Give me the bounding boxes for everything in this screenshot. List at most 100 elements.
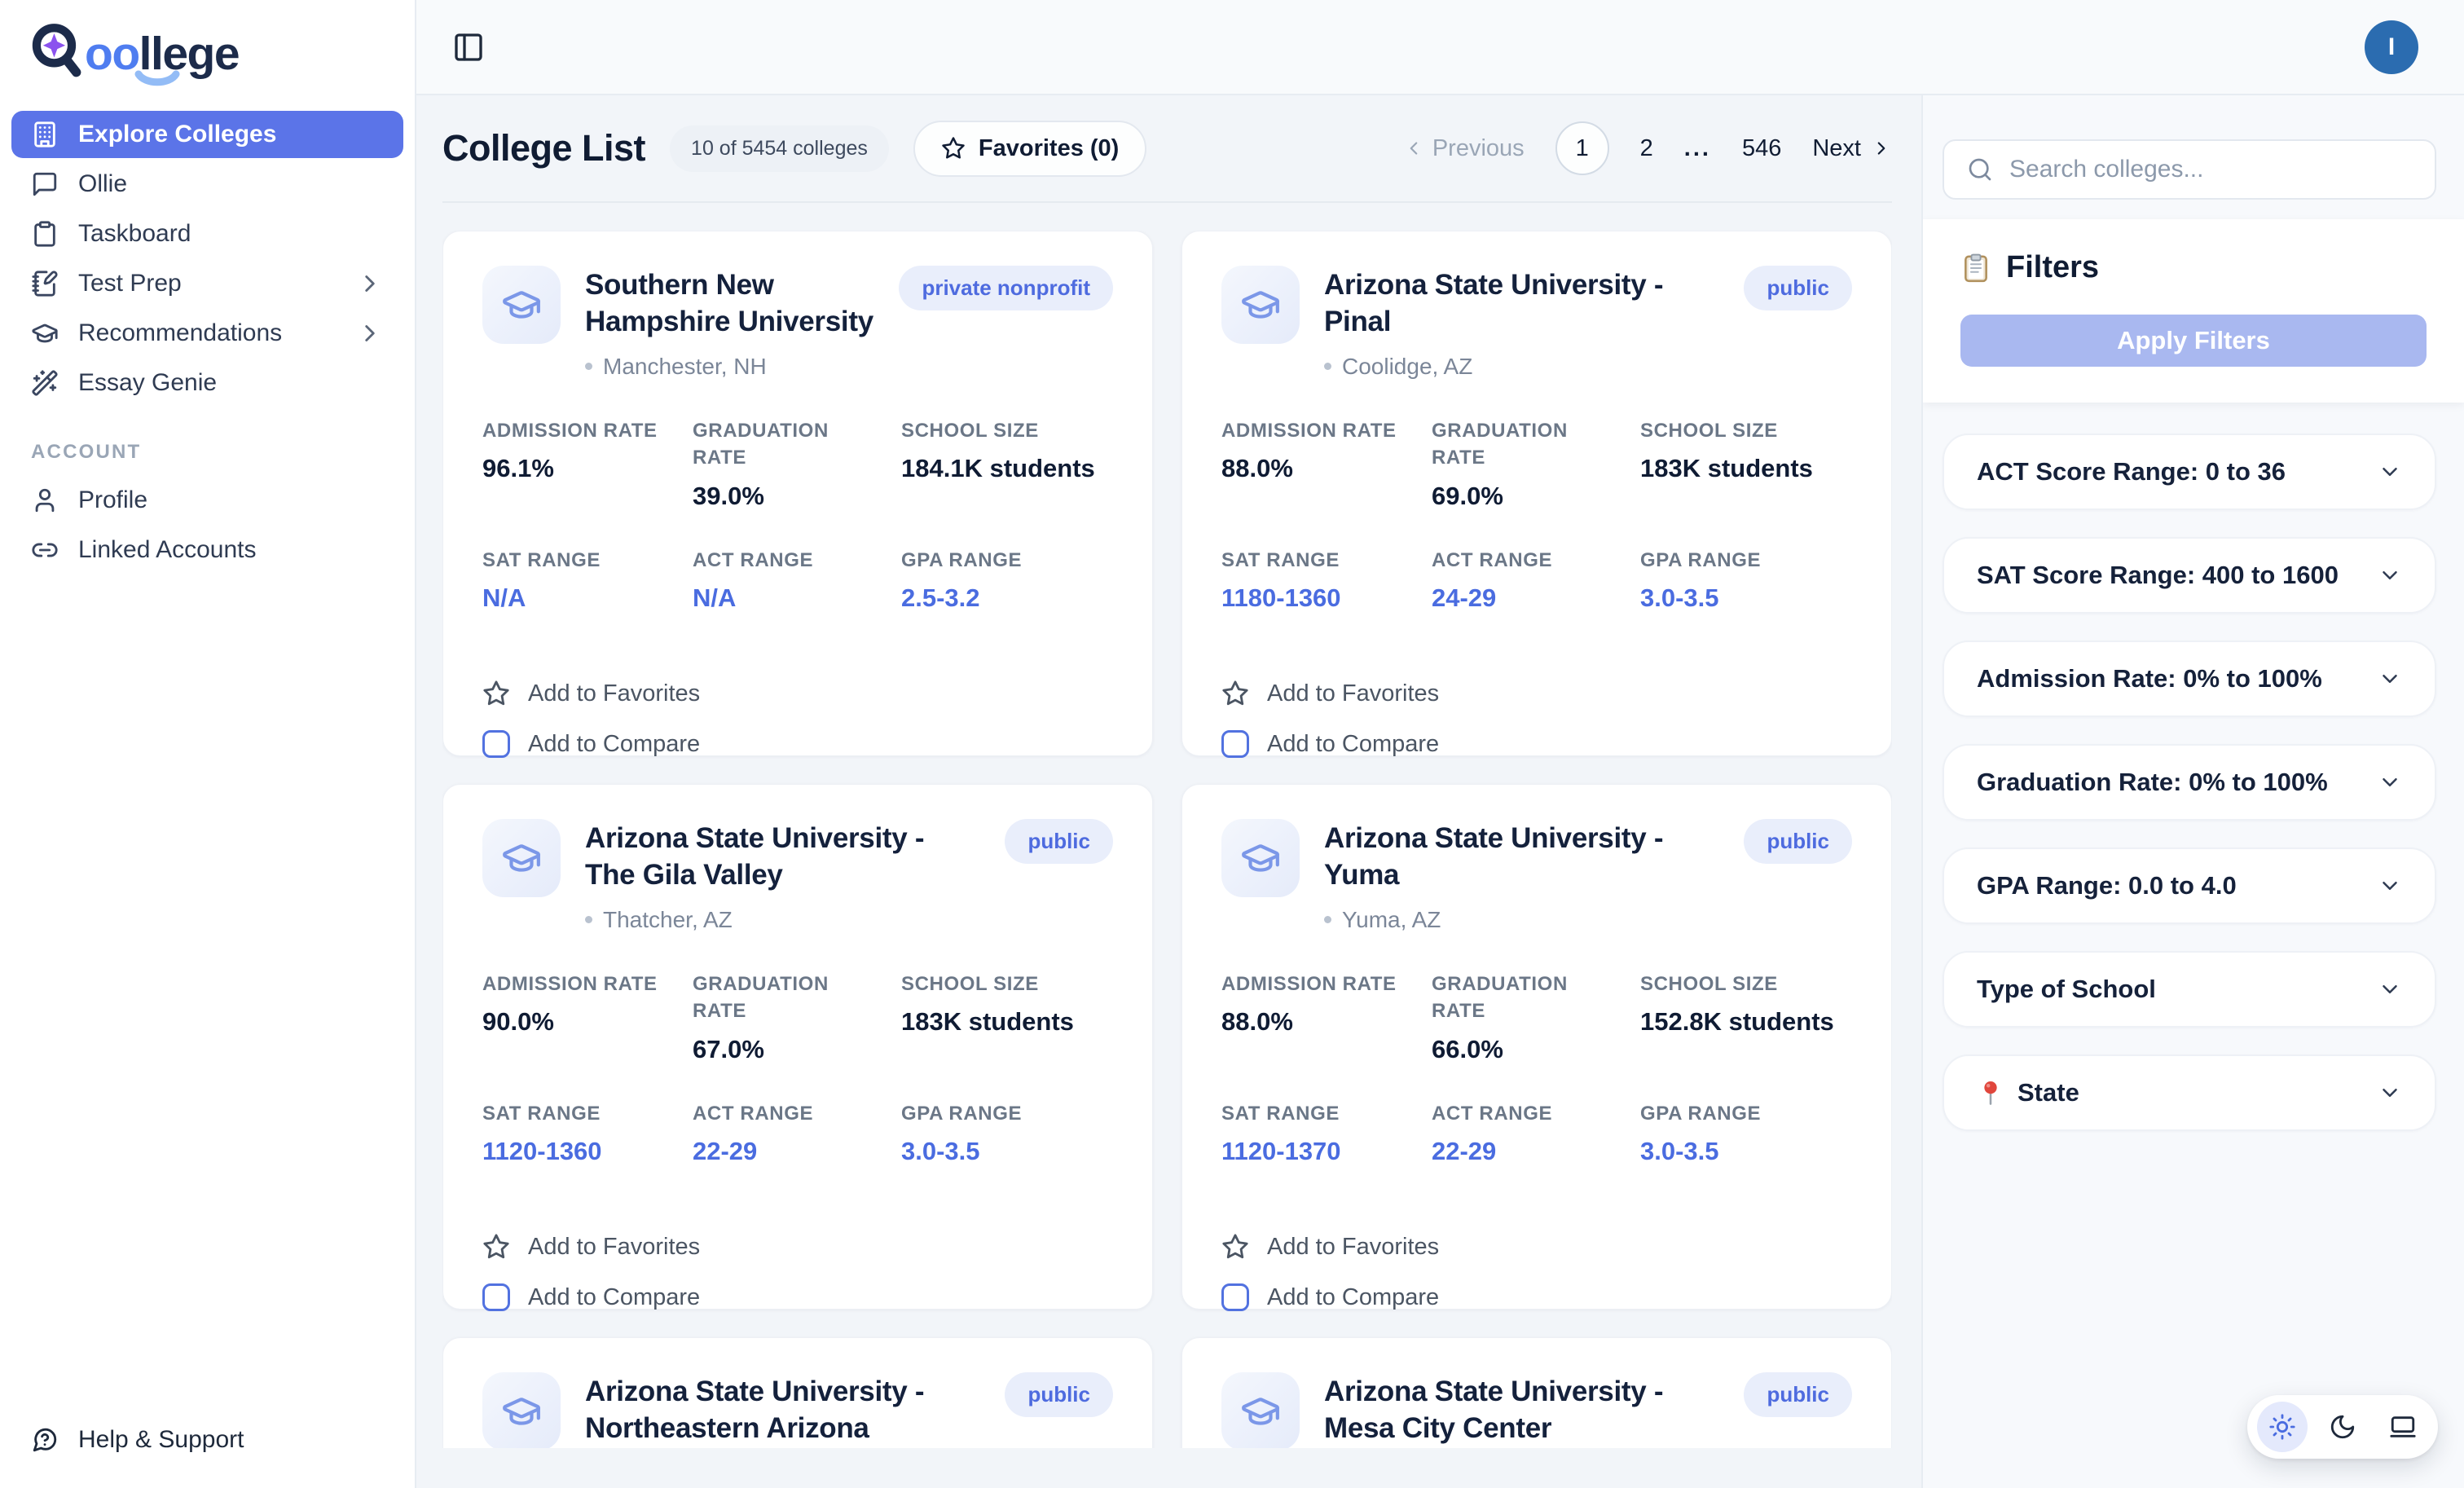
apply-filters-button[interactable]: Apply Filters bbox=[1960, 315, 2427, 367]
sidebar-item-ollie[interactable]: Ollie bbox=[11, 161, 403, 208]
sidebar-item-linked-accounts[interactable]: Linked Accounts bbox=[11, 526, 403, 574]
location-bullet bbox=[1324, 916, 1331, 923]
pagination-ellipsis: ... bbox=[1684, 135, 1711, 162]
college-heading: Arizona State University - Mesa City Cen… bbox=[1324, 1372, 1719, 1447]
college-card: Arizona State University - The Gila Vall… bbox=[442, 784, 1153, 1310]
search-input[interactable] bbox=[2009, 156, 2412, 183]
system-mode-button[interactable] bbox=[2378, 1402, 2428, 1452]
pagination: Previous 1 2 ... 546 Next bbox=[1403, 121, 1892, 175]
college-card: Arizona State University - Northeastern … bbox=[442, 1337, 1153, 1448]
app-shell: oollege Explore Colleges Ollie Taskboard… bbox=[0, 0, 2464, 1488]
sidebar-item-label: Taskboard bbox=[78, 220, 191, 248]
compare-checkbox[interactable] bbox=[1221, 1283, 1249, 1311]
compare-checkbox[interactable] bbox=[482, 1283, 510, 1311]
filter-admission-rate[interactable]: Admission Rate: 0% to 100% bbox=[1943, 641, 2436, 717]
user-avatar[interactable]: I bbox=[2365, 20, 2418, 74]
sidebar-toggle-button[interactable] bbox=[452, 31, 485, 64]
filter-act-score-range[interactable]: ACT Score Range: 0 to 36 bbox=[1943, 434, 2436, 510]
stat-label: GRADUATION RATE bbox=[1432, 971, 1582, 1025]
dark-mode-button[interactable] bbox=[2317, 1402, 2368, 1452]
brand-logo[interactable]: oollege bbox=[11, 20, 403, 111]
filters-title: Filters bbox=[1960, 250, 2427, 285]
page-button-546[interactable]: 546 bbox=[1742, 135, 1781, 162]
filter-type-of-school[interactable]: Type of School bbox=[1943, 951, 2436, 1028]
sidebar-item-essay-genie[interactable]: Essay Genie bbox=[11, 359, 403, 407]
sidebar-item-explore-colleges[interactable]: Explore Colleges bbox=[11, 111, 403, 158]
page-button-2[interactable]: 2 bbox=[1640, 135, 1653, 162]
college-name: Arizona State University - Northeastern … bbox=[585, 1374, 980, 1447]
sidebar-item-label: Explore Colleges bbox=[78, 121, 276, 148]
college-card: Southern New Hampshire University Manche… bbox=[442, 231, 1153, 756]
page-title: College List bbox=[442, 127, 645, 169]
pushpin-emoji-icon bbox=[1977, 1079, 2004, 1107]
stat-value: 183K students bbox=[1640, 454, 1852, 483]
add-to-compare-control[interactable]: Add to Compare bbox=[482, 1283, 1113, 1311]
add-to-favorites-button[interactable]: Add to Favorites bbox=[482, 680, 1113, 707]
stat-label: ADMISSION RATE bbox=[482, 417, 686, 445]
stat-admission-rate: ADMISSION RATE90.0% bbox=[482, 971, 693, 1064]
star-icon bbox=[1221, 680, 1249, 707]
sidebar-item-test-prep[interactable]: Test Prep bbox=[11, 260, 403, 307]
stat-sat-range: SAT RANGE1180-1360 bbox=[1221, 547, 1432, 614]
stat-label: ACT RANGE bbox=[693, 547, 896, 575]
stat-sat-range: SAT RANGE1120-1370 bbox=[1221, 1100, 1432, 1167]
card-header: Arizona State University - Mesa City Cen… bbox=[1221, 1372, 1852, 1448]
sidebar-item-recommendations[interactable]: Recommendations bbox=[11, 310, 403, 357]
college-count-badge: 10 of 5454 colleges bbox=[670, 125, 889, 172]
help-support-button[interactable]: Help & Support bbox=[11, 1416, 403, 1464]
sidebar-item-profile[interactable]: Profile bbox=[11, 477, 403, 524]
college-heading: Southern New Hampshire University Manche… bbox=[585, 266, 874, 380]
stat-label: GRADUATION RATE bbox=[1432, 417, 1582, 472]
stat-value: 22-29 bbox=[693, 1137, 901, 1166]
light-mode-button[interactable] bbox=[2257, 1402, 2308, 1452]
chevron-right-icon bbox=[356, 270, 384, 297]
college-location: Coolidge, AZ bbox=[1324, 354, 1719, 380]
college-stats: ADMISSION RATE96.1% GRADUATION RATE39.0%… bbox=[482, 417, 1113, 614]
add-to-favorites-button[interactable]: Add to Favorites bbox=[1221, 1233, 1852, 1261]
next-page-button[interactable]: Next bbox=[1812, 135, 1892, 162]
card-header: Arizona State University - Pinal Coolidg… bbox=[1221, 266, 1852, 380]
sidebar-item-taskboard[interactable]: Taskboard bbox=[11, 210, 403, 258]
filter-state[interactable]: State bbox=[1943, 1054, 2436, 1131]
school-type-badge: public bbox=[1744, 266, 1852, 310]
clipboard-emoji-icon bbox=[1960, 253, 1991, 284]
stat-label: ADMISSION RATE bbox=[482, 971, 686, 998]
stat-value: 2.5-3.2 bbox=[901, 583, 1113, 613]
add-to-favorites-button[interactable]: Add to Favorites bbox=[1221, 680, 1852, 707]
building-icon bbox=[31, 121, 59, 148]
filter-sat-score-range[interactable]: SAT Score Range: 400 to 1600 bbox=[1943, 537, 2436, 614]
compare-checkbox[interactable] bbox=[482, 730, 510, 758]
college-list-section: College List 10 of 5454 colleges Favorit… bbox=[416, 95, 1921, 1488]
add-to-compare-control[interactable]: Add to Compare bbox=[1221, 1283, 1852, 1311]
stat-value: N/A bbox=[693, 583, 901, 613]
filter-graduation-rate[interactable]: Graduation Rate: 0% to 100% bbox=[1943, 744, 2436, 821]
add-to-compare-control[interactable]: Add to Compare bbox=[1221, 730, 1852, 758]
filter-label: Type of School bbox=[1977, 975, 2156, 1004]
laptop-icon bbox=[2389, 1413, 2417, 1441]
brand-name-oo: oo bbox=[85, 28, 139, 80]
help-support-label: Help & Support bbox=[78, 1426, 244, 1454]
stat-label: SAT RANGE bbox=[1221, 1100, 1425, 1128]
cards-scroll-area[interactable]: Southern New Hampshire University Manche… bbox=[442, 231, 1892, 1448]
graduation-cap-icon bbox=[501, 1391, 542, 1432]
college-name: Arizona State University - The Gila Vall… bbox=[585, 821, 980, 894]
filter-gpa-range[interactable]: GPA Range: 0.0 to 4.0 bbox=[1943, 847, 2436, 924]
college-name: Southern New Hampshire University bbox=[585, 267, 874, 341]
stat-label: GPA RANGE bbox=[1640, 1100, 1844, 1128]
favorites-button[interactable]: Favorites (0) bbox=[913, 121, 1146, 177]
stat-admission-rate: ADMISSION RATE88.0% bbox=[1221, 971, 1432, 1064]
add-to-favorites-label: Add to Favorites bbox=[1267, 680, 1439, 707]
previous-page-button[interactable]: Previous bbox=[1403, 135, 1525, 162]
sidebar-item-label: Test Prep bbox=[78, 270, 182, 297]
graduation-cap-icon bbox=[1240, 284, 1281, 325]
compare-checkbox[interactable] bbox=[1221, 730, 1249, 758]
stat-act-range: ACT RANGE N/A bbox=[693, 547, 901, 614]
filters-title-text: Filters bbox=[2006, 250, 2099, 285]
college-heading: Arizona State University - Pinal Coolidg… bbox=[1324, 266, 1719, 380]
add-to-compare-control[interactable]: Add to Compare bbox=[482, 730, 1113, 758]
school-type-badge: public bbox=[1744, 1372, 1852, 1417]
page-button-1[interactable]: 1 bbox=[1555, 121, 1609, 175]
stat-school-size: SCHOOL SIZE152.8K students bbox=[1640, 971, 1852, 1064]
stat-graduation-rate: GRADUATION RATE66.0% bbox=[1432, 971, 1640, 1064]
add-to-favorites-button[interactable]: Add to Favorites bbox=[482, 1233, 1113, 1261]
